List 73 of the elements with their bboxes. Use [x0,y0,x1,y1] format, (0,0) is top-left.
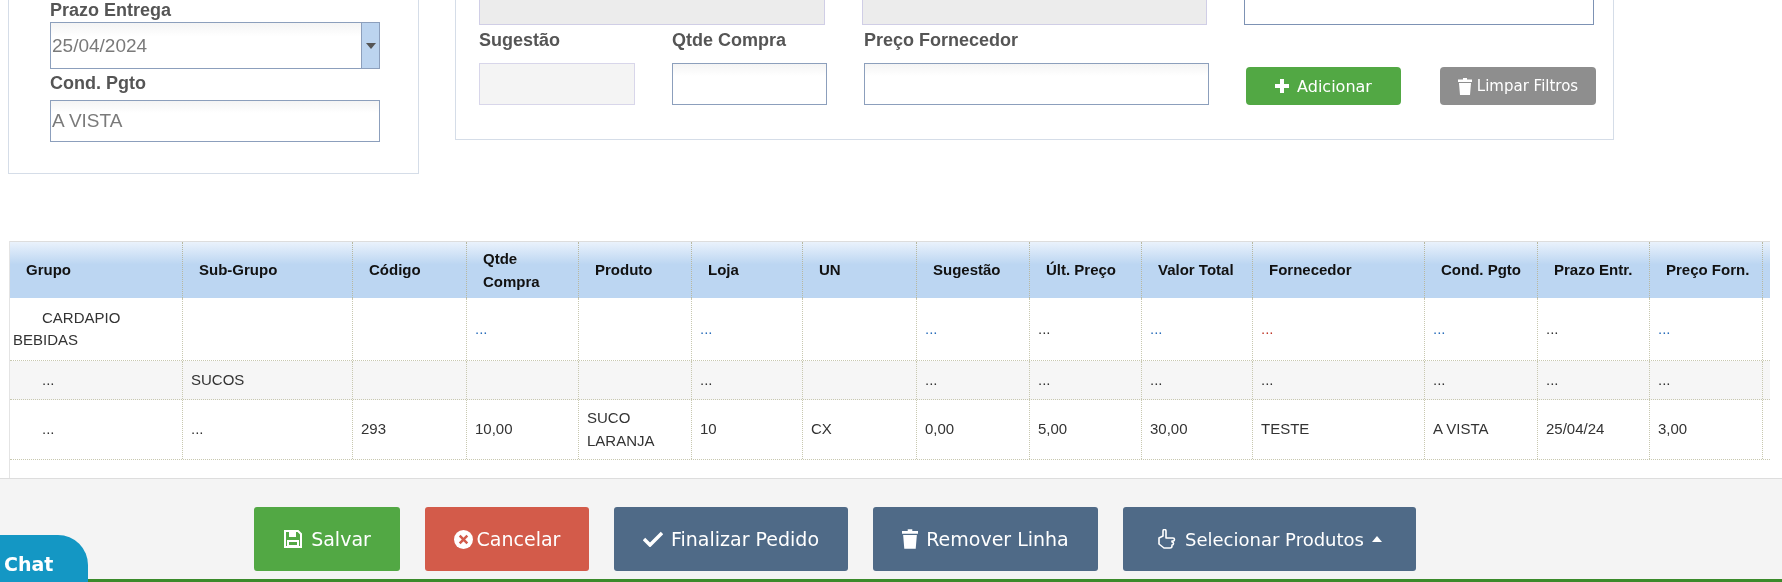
table-cell[interactable]: ... [925,317,938,341]
table-cell-text: ... [925,369,938,390]
table-cell-text: ... [1038,369,1051,390]
table-cell-text: 10,00 [475,419,513,440]
checkmark-icon [643,531,663,547]
select-button[interactable]: Selecionar Produtos [1123,507,1416,571]
clear-filters-button[interactable]: Limpar Filtros [1440,67,1596,105]
caret-up-icon [1371,536,1382,542]
input-field[interactable] [1244,0,1594,25]
table-cell-text: ... [1546,318,1559,339]
table-cell-text: ... [1546,369,1559,390]
close-icon [453,529,473,549]
column-header[interactable]: Loja [692,242,803,298]
table-cell-text: 30,00 [1150,419,1188,440]
field-label: Cond. Pgto [50,73,147,94]
column-header[interactable]: Sugestão [917,242,1030,298]
input-field[interactable] [864,63,1209,105]
table-cell-text: CARDAPIO BEBIDAS [13,307,122,350]
table-cell-text: ... [1038,318,1051,339]
column-header[interactable]: Prazo Entr. [1538,242,1650,298]
plus-icon [1275,79,1290,93]
table-cell-text: A VISTA [1433,419,1489,440]
table-cell-text: ... [1261,318,1274,339]
table-cell[interactable]: ... [475,317,488,341]
input-field[interactable] [672,63,827,105]
table-cell[interactable]: ... [1433,317,1446,341]
column-header[interactable]: Produto [579,242,692,298]
date-select[interactable]: 25/04/2024 [50,22,380,69]
table-cell-text: ... [1261,369,1274,390]
field-label: Prazo Entrega [50,0,173,20]
table-cell-text: SUCO LARANJA [587,408,656,451]
table-cell-text: ... [1433,369,1446,390]
table-cell-text: 3,00 [1658,419,1688,440]
column-header[interactable]: Preço Forn. [1650,242,1763,298]
table-cell[interactable]: ... [1658,317,1671,341]
column-header[interactable]: Cond. Pgto [1425,242,1538,298]
table-cell-text: ... [191,419,204,440]
table-cell-text: SUCOS [191,369,245,390]
column-header[interactable]: Código [353,242,467,298]
pointing-hand-icon [1157,528,1178,550]
table-cell-text: ... [1150,369,1163,390]
finish-button[interactable]: Finalizar Pedido [614,507,848,571]
field-label: Qtde Compra [672,30,787,51]
table-cell[interactable]: ... [1150,317,1163,341]
add-button[interactable]: Adicionar [1246,67,1401,105]
save-button[interactable]: Salvar [254,507,400,571]
payment-field[interactable]: A VISTA [50,100,380,142]
trash-icon [902,529,919,549]
column-header[interactable]: UN [803,242,917,298]
chat-button[interactable]: Chat [0,535,88,582]
column-header[interactable]: Sub-Grupo [183,242,353,298]
remove-button[interactable]: Remover Linha [873,507,1098,571]
column-header[interactable]: Fornecedor [1253,242,1425,298]
column-header[interactable]: Valor Total [1142,242,1253,298]
field-label: Preço Fornecedor [864,30,1020,51]
table-cell-text: ... [700,369,713,390]
column-header[interactable]: Últ. Preço [1030,242,1142,298]
column-header[interactable]: Qtde Compra [467,242,579,298]
table-cell-text: ... [41,419,55,440]
column-header[interactable]: Grupo [10,242,183,298]
table-cell[interactable]: ... [700,317,713,341]
table-cell-text: TESTE [1261,419,1310,440]
table-cell-text: 5,00 [1038,419,1068,440]
cancel-button[interactable]: Cancelar [425,507,589,571]
table-cell-text: CX [811,419,832,440]
field-label: Sugestão [479,30,562,51]
table-cell-text: ... [41,369,55,390]
table-cell-text: 10 [700,419,717,440]
table-cell-text: 0,00 [925,419,955,440]
table-cell-text: ... [1658,369,1671,390]
trash-icon [1457,77,1472,95]
table-cell-text: 293 [361,419,387,440]
table-cell-text: 25/04/24 [1546,419,1605,440]
